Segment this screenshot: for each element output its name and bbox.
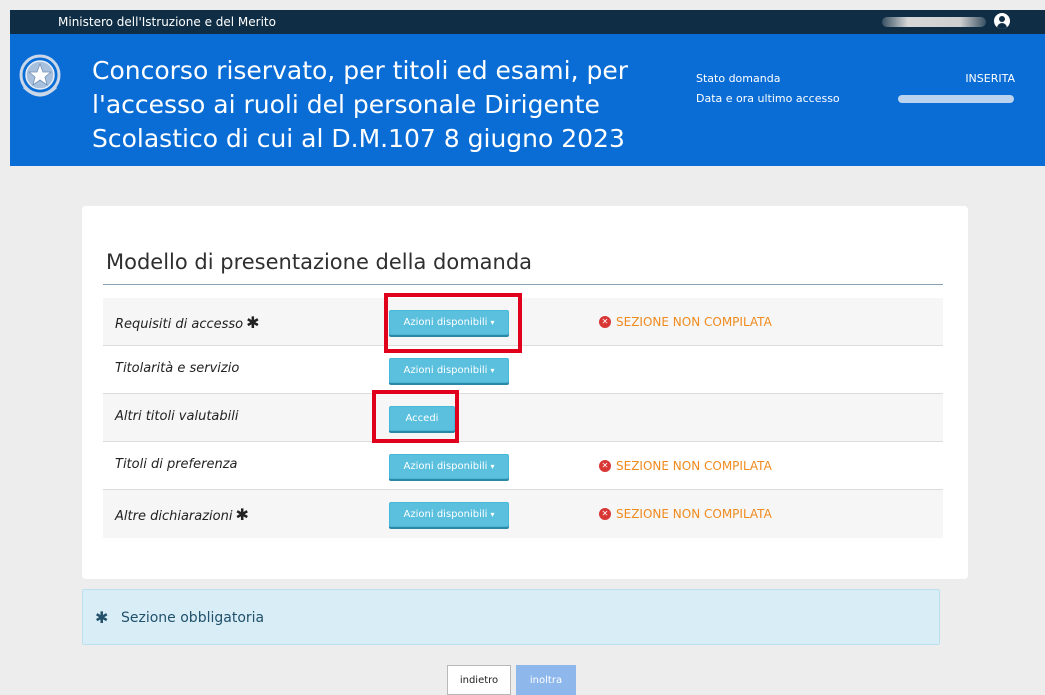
error-icon: ✕ (599, 316, 611, 328)
highlight-box-accedi (372, 390, 459, 443)
stato-domanda-label: Stato domanda (696, 72, 781, 85)
page-header: Concorso riservato, per titoli ed esami,… (10, 34, 1045, 166)
stato-domanda-value: INSERITA (965, 72, 1015, 85)
required-asterisk-icon: ✱ (235, 505, 249, 524)
ministry-name: Ministero dell'Istruzione e del Merito (58, 15, 276, 29)
section-row-requisiti: Requisiti di accesso ✱ Azioni disponibili… (103, 298, 943, 346)
section-label: Titolarità e servizio (115, 361, 240, 376)
required-section-alert: ✱ Sezione obbligatoria (82, 589, 940, 645)
error-icon: ✕ (599, 508, 611, 520)
highlight-box-requisiti (384, 293, 522, 353)
section-label: Altre dichiarazioni ✱ (115, 505, 249, 524)
required-asterisk-icon: ✱ (246, 313, 260, 332)
section-row-altre-dichiarazioni: Altre dichiarazioni ✱ Azioni disponibili ▾… (103, 490, 943, 538)
form-title: Modello di presentazione della domanda (106, 250, 533, 274)
azioni-disponibili-button[interactable]: Azioni disponibili ▾ (389, 358, 509, 383)
caret-down-icon: ▾ (490, 510, 495, 519)
submit-button[interactable]: inoltra (516, 665, 576, 695)
error-icon: ✕ (599, 460, 611, 472)
caret-down-icon: ▾ (490, 366, 495, 375)
section-label: Requisiti di accesso ✱ (115, 313, 260, 332)
section-label: Altri titoli valutabili (115, 409, 239, 424)
section-row-titoli-preferenza: Titoli di preferenza Azioni disponibili ▾… (103, 442, 943, 490)
last-access-redacted (898, 95, 1014, 103)
back-button[interactable]: indietro (447, 665, 511, 695)
section-label: Titoli di preferenza (115, 457, 238, 472)
section-row-titolarita: Titolarità e servizio Azioni disponibili… (103, 346, 943, 394)
section-row-altri-titoli: Altri titoli valutabili Accedi (103, 394, 943, 442)
page-title: Concorso riservato, per titoli ed esami,… (92, 56, 628, 153)
status-non-compilata: ✕ SEZIONE NON COMPILATA (599, 315, 772, 329)
status-non-compilata: ✕ SEZIONE NON COMPILATA (599, 459, 772, 473)
azioni-disponibili-button[interactable]: Azioni disponibili ▾ (389, 454, 509, 479)
application-form-card: Modello di presentazione della domanda R… (82, 206, 968, 579)
user-name-redacted (882, 17, 986, 27)
alert-text: Sezione obbligatoria (121, 610, 265, 626)
azioni-disponibili-button[interactable]: Azioni disponibili ▾ (389, 502, 509, 527)
status-non-compilata: ✕ SEZIONE NON COMPILATA (599, 507, 772, 521)
last-access-label: Data e ora ultimo accesso (696, 92, 840, 105)
top-bar: Ministero dell'Istruzione e del Merito (10, 10, 1045, 34)
asterisk-icon: ✱ (95, 608, 109, 627)
title-divider (103, 284, 943, 285)
caret-down-icon: ▾ (490, 462, 495, 471)
user-circle-icon[interactable] (994, 13, 1010, 29)
emblem-icon (19, 54, 61, 97)
